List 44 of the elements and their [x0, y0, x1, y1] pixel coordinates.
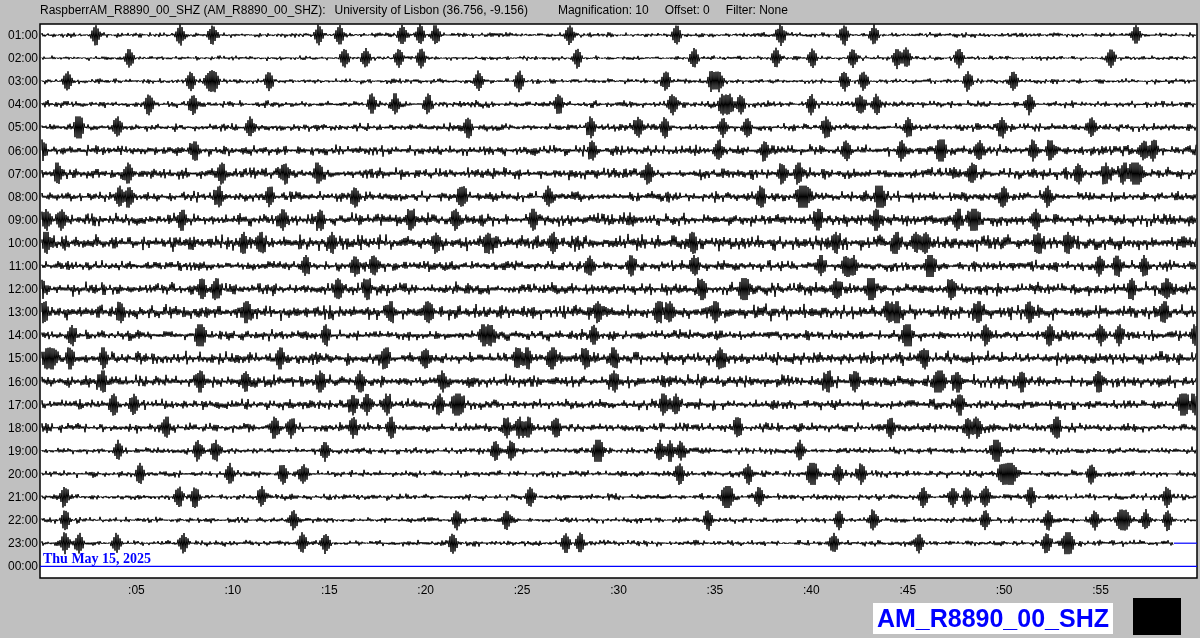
magnification-text: Magnification: 10: [557, 3, 649, 17]
minute-tick-label: :40: [803, 583, 820, 597]
hour-label: 22:00: [7, 513, 38, 528]
minute-tick-label: :55: [1092, 583, 1109, 597]
hour-label: 01:00: [7, 28, 38, 42]
hour-label: 23:00: [7, 536, 38, 551]
station-title: RaspberrAM_R8890_00_SHZ (AM_R8890_00_SHZ):: [40, 3, 326, 17]
hour-label: 19:00: [7, 443, 38, 458]
hour-label: 21:00: [7, 490, 38, 504]
hour-label: 03:00: [7, 74, 38, 89]
hour-label: 18:00: [7, 420, 38, 435]
offset-text: Offset: 0: [664, 3, 710, 17]
hour-label: 10:00: [7, 235, 38, 250]
hour-label: 05:00: [7, 120, 38, 135]
hour-label: 07:00: [7, 166, 38, 181]
location-text: University of Lisbon (36.756, -9.156): [334, 3, 528, 17]
minute-tick-label: :20: [417, 583, 434, 597]
current-time-line: [1173, 542, 1198, 544]
date-label: Thu May 15, 2025: [43, 551, 152, 567]
hour-label: 11:00: [8, 259, 38, 273]
minute-tick-label: :25: [513, 583, 531, 597]
filter-text: Filter: None: [725, 3, 788, 17]
minute-tick-label: :30: [610, 583, 627, 597]
hour-label: 16:00: [7, 374, 38, 389]
hour-label: 09:00: [7, 212, 38, 227]
hour-label: 13:00: [7, 305, 38, 320]
hour-label: 12:00: [7, 282, 38, 297]
indicator-square: [1133, 598, 1181, 635]
hour-label: 14:00: [7, 328, 38, 343]
minute-tick-label: :10: [224, 583, 242, 597]
hour-label: 00:00: [7, 559, 38, 574]
hour-label: 15:00: [7, 351, 38, 366]
hour-label: 08:00: [7, 189, 38, 204]
hour-label: 06:00: [7, 143, 38, 158]
minute-tick-label: :45: [899, 583, 917, 597]
station-label: AM_R8890_00_SHZ: [872, 603, 1113, 634]
minute-tick-label: :35: [706, 583, 724, 597]
hour-label: 17:00: [7, 397, 38, 412]
hour-label: 20:00: [7, 466, 38, 481]
hour-label: 02:00: [7, 51, 38, 66]
minute-tick-label: :50: [995, 583, 1013, 597]
minute-tick-label: :15: [320, 583, 338, 597]
hour-label: 04:00: [7, 97, 38, 112]
minute-tick-label: :05: [128, 583, 145, 597]
